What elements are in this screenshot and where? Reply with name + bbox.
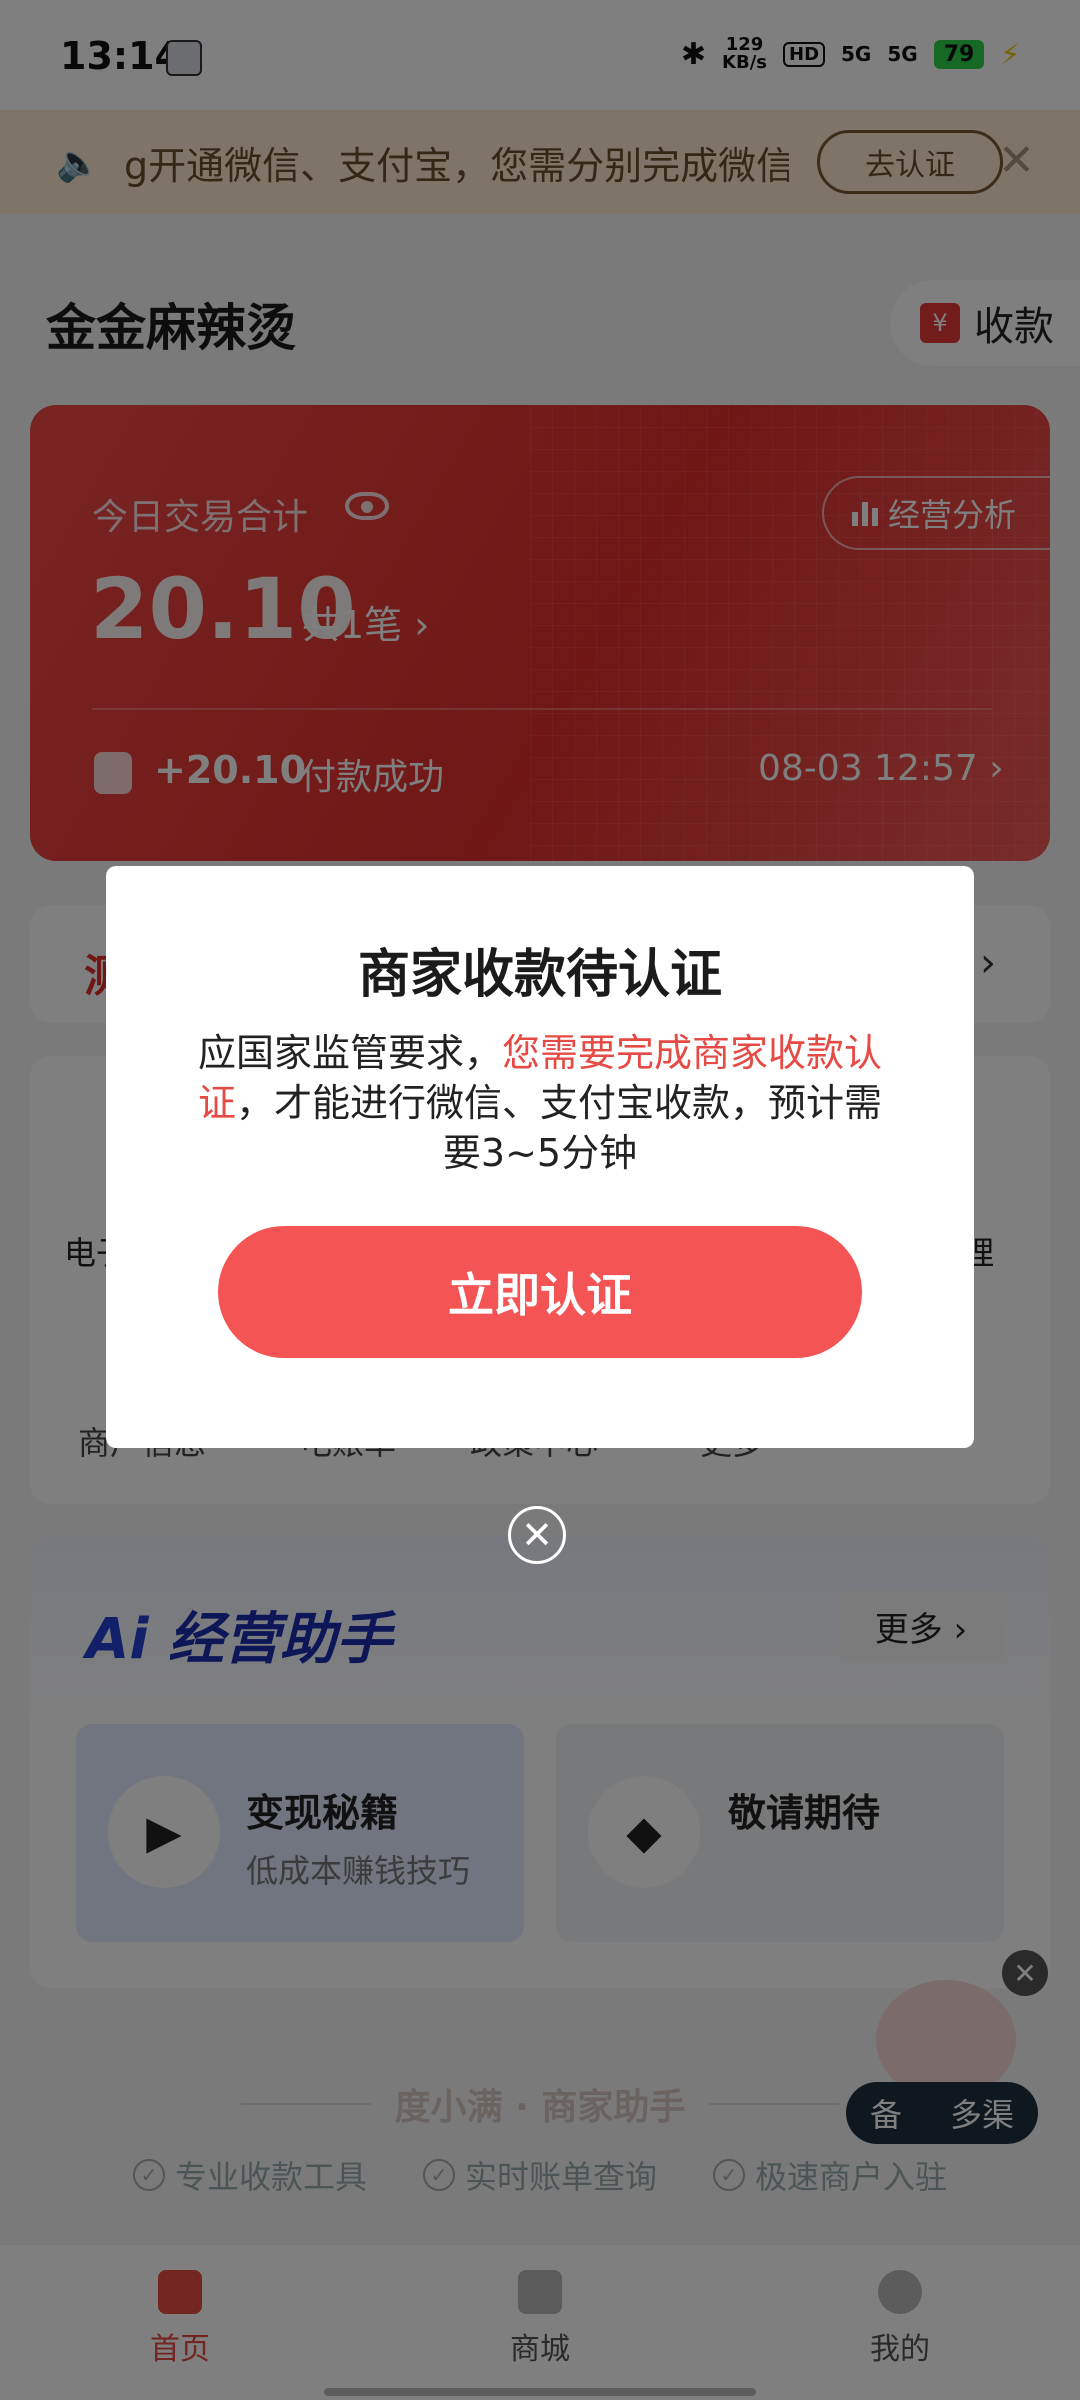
modal-close-icon[interactable]: ✕ xyxy=(508,1506,566,1564)
modal-body: 应国家监管要求，您需要完成商家收款认证，才能进行微信、支付宝收款，预计需要3~5… xyxy=(197,1031,883,1175)
modal-title: 商家收款待认证 xyxy=(357,945,722,1005)
verify-now-button[interactable]: 立即认证 xyxy=(218,1226,862,1358)
